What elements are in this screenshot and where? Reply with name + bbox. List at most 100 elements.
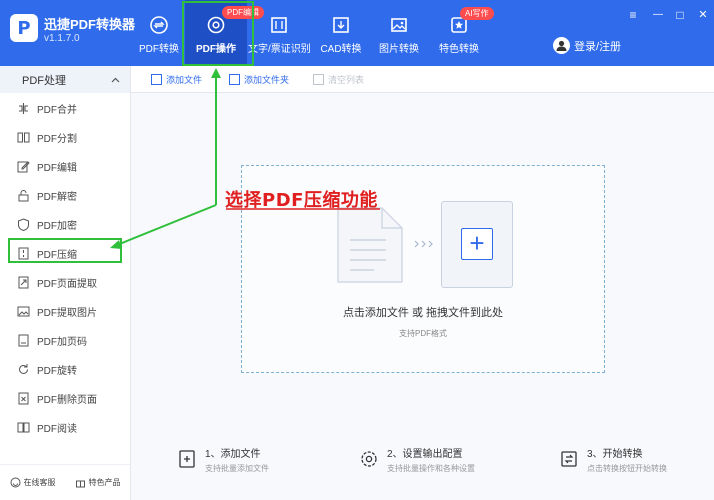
maximize-button[interactable]: □ [673, 8, 687, 22]
title-bar: P 迅捷PDF转换器 v1.1.7.0 PDF转换 PDF操作 文字/票证识别 … [0, 0, 714, 66]
add-file-button[interactable]: 添加文件 [151, 73, 202, 86]
sidebar-item-decrypt[interactable]: PDF解密 [0, 181, 130, 210]
clear-list-button[interactable]: 清空列表 [313, 73, 364, 86]
headset-icon [10, 477, 20, 488]
add-file-label: 添加文件 [166, 75, 203, 85]
nav-label: CAD转换 [320, 44, 362, 55]
step-title: 3、开始转换 [587, 449, 643, 460]
sidebar-item-rotate[interactable]: PDF旋转 [0, 355, 130, 384]
page-extract-icon [16, 276, 30, 290]
refresh-icon [150, 16, 168, 34]
ai-badge: AI写作 [460, 7, 494, 20]
step-desc: 支持批量操作和各种设置 [387, 464, 475, 473]
unlock-icon [16, 189, 30, 203]
sidebar-item-split[interactable]: PDF分割 [0, 123, 130, 152]
delete-page-icon [16, 392, 30, 406]
sidebar-item-label: PDF加密 [37, 221, 77, 232]
app-logo: P [10, 14, 38, 42]
step-add-file: 1、添加文件 支持批量添加文件 [177, 445, 269, 474]
sidebar-item-label: PDF编辑 [37, 163, 77, 174]
image-icon [391, 18, 407, 32]
add-folder-button[interactable]: 添加文件夹 [229, 73, 289, 86]
arrows-right-icon [414, 240, 433, 248]
nav-cad-convert[interactable]: CAD转换 [310, 0, 372, 66]
sidebar-item-page-extract[interactable]: PDF页面提取 [0, 268, 130, 297]
add-document-icon [179, 450, 195, 468]
document-icon [337, 207, 403, 283]
nav-label: PDF转换 [139, 44, 179, 55]
split-icon [16, 131, 30, 145]
sidebar-item-image-extract[interactable]: PDF提取图片 [0, 297, 130, 326]
step-title: 1、添加文件 [205, 449, 261, 460]
clear-list-label: 清空列表 [328, 75, 365, 85]
dropzone-text: 点击添加文件 或 拖拽文件到此处 [342, 307, 504, 319]
featured-products-link[interactable]: 特色产品 [75, 477, 121, 488]
image-extract-icon [16, 305, 30, 319]
sidebar-item-page-number[interactable]: PDF加页码 [0, 326, 130, 355]
shield-icon [16, 218, 30, 232]
steps-bar: 1、添加文件 支持批量添加文件 2、设置输出配置支持批量操作和各种设置 3、开始转… [131, 445, 714, 485]
main-area: + 点击添加文件 或 拖拽文件到此处 支持PDF格式 1、添加文件 支持批量添加文… [131, 93, 714, 500]
step-output-settings: 2、设置输出配置支持批量操作和各种设置 [359, 445, 475, 474]
sidebar-item-label: PDF分割 [37, 134, 77, 145]
step-desc: 点击转换按钮开始转换 [587, 464, 667, 473]
sidebar-item-label: PDF解密 [37, 192, 77, 203]
sidebar-item-delete-page[interactable]: PDF删除页面 [0, 384, 130, 413]
nav-pdf-convert[interactable]: PDF转换 [128, 0, 190, 66]
sidebar-header-label: PDF处理 [22, 74, 66, 87]
logo-letter: P [17, 17, 31, 39]
featured-products-label: 特色产品 [88, 478, 121, 487]
sidebar-item-edit[interactable]: PDF编辑 [0, 152, 130, 181]
read-icon [16, 421, 30, 435]
edit-icon [16, 160, 30, 174]
scan-icon [271, 17, 287, 33]
sidebar-item-label: PDF阅读 [37, 424, 77, 435]
merge-icon [16, 102, 30, 116]
online-service-link[interactable]: 在线客服 [10, 477, 56, 488]
sidebar-footer: 在线客服 特色产品 [0, 464, 130, 500]
convert-icon [561, 451, 577, 467]
sidebar-item-merge[interactable]: PDF合并 [0, 94, 130, 123]
trash-icon [313, 74, 324, 85]
toolbar: 添加文件 添加文件夹 清空列表 [131, 66, 714, 93]
avatar [553, 37, 570, 54]
nav-label: 特色转换 [439, 44, 479, 55]
close-button[interactable]: ✕ [696, 8, 710, 22]
step-start-convert: 3、开始转换点击转换按钮开始转换 [559, 445, 667, 474]
cad-download-icon [333, 17, 349, 33]
sidebar-item-label: PDF页面提取 [37, 279, 97, 290]
login-button[interactable]: 登录/注册 [553, 37, 621, 54]
sidebar-item-label: PDF合并 [37, 105, 77, 116]
nav-label: 文字/票证识别 [248, 44, 311, 55]
menu-button[interactable]: ≡ [626, 8, 640, 22]
gear-icon [361, 451, 377, 467]
nav-label: 图片转换 [379, 44, 419, 55]
sidebar-item-label: PDF旋转 [37, 366, 77, 377]
page-number-icon [16, 334, 30, 348]
sidebar-item-encrypt[interactable]: PDF加密 [0, 210, 130, 239]
nav-highlight-box [182, 1, 254, 66]
sidebar: PDF处理 PDF合并 PDF分割 PDF编辑 PDF解密 PDF加密 PDF压… [0, 66, 131, 500]
online-service-label: 在线客服 [23, 478, 56, 487]
step-desc: 支持批量添加文件 [205, 464, 269, 473]
user-icon [556, 40, 567, 51]
add-file-box[interactable]: + [441, 201, 513, 288]
sidebar-item-label: PDF删除页面 [37, 395, 97, 406]
step-title: 2、设置输出配置 [387, 449, 463, 460]
login-label: 登录/注册 [574, 40, 622, 53]
dropzone-subtext: 支持PDF格式 [399, 329, 447, 338]
sidebar-item-read[interactable]: PDF阅读 [0, 413, 130, 442]
sidebar-item-label: PDF加页码 [37, 337, 87, 348]
app-title: 迅捷PDF转换器 [44, 17, 136, 32]
add-file-icon [151, 74, 162, 85]
plus-icon: + [461, 228, 493, 260]
app-version: v1.1.7.0 [44, 33, 80, 44]
annotation-text: 选择PDF压缩功能 [225, 190, 378, 211]
minimize-button[interactable]: — [651, 8, 665, 22]
add-folder-label: 添加文件夹 [244, 75, 290, 85]
sidebar-highlight-box [8, 238, 122, 263]
sidebar-item-label: PDF提取图片 [37, 308, 97, 319]
gift-icon [75, 480, 85, 488]
nav-image-convert[interactable]: 图片转换 [368, 0, 430, 66]
sidebar-header[interactable]: PDF处理 [0, 66, 130, 93]
